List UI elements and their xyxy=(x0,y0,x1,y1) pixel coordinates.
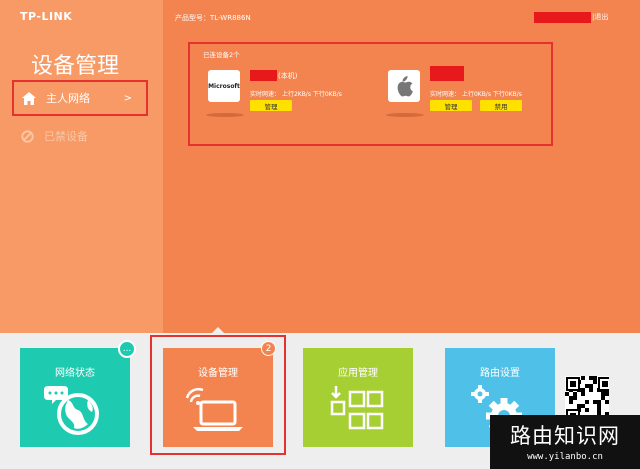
sidebar-item-blocked-devices[interactable]: 已禁设备 xyxy=(12,118,148,154)
logout-link[interactable]: |退出 xyxy=(592,12,608,23)
manage-button[interactable]: 管理 xyxy=(250,100,292,111)
device-name-redacted xyxy=(250,70,277,81)
connected-devices-panel: 已连设备2个 Microsoft (本机) 实时网速： 上行2KB/s 下行0K… xyxy=(188,42,553,146)
upload-speed: 上行0KB/s xyxy=(461,91,491,98)
speed-label: 实时网速： xyxy=(430,91,461,98)
sidebar-item-label: 主人网络 xyxy=(46,92,90,105)
block-icon xyxy=(20,129,34,143)
globe-icon xyxy=(20,384,130,436)
sidebar-title: 设备管理 xyxy=(31,54,120,79)
brand-logo: TP-LINK xyxy=(20,10,73,23)
watermark: 路由知识网 www.yilanbo.cn xyxy=(490,415,640,469)
home-icon xyxy=(22,91,36,105)
device-actions: 管理 禁用 xyxy=(430,100,522,111)
tile-app-management[interactable]: 应用管理 xyxy=(303,348,413,447)
watermark-url: www.yilanbo.cn xyxy=(527,452,603,462)
apple-icon xyxy=(388,70,420,102)
sidebar-item-label: 已禁设备 xyxy=(44,130,88,143)
active-tab-pointer xyxy=(212,327,224,333)
watermark-title: 路由知识网 xyxy=(510,424,620,448)
block-button[interactable]: 禁用 xyxy=(480,100,522,111)
device-shadow xyxy=(386,113,424,117)
device-card: 实时网速： 上行0KB/s 下行0KB/s 管理 禁用 xyxy=(386,66,548,140)
device-card: Microsoft (本机) 实时网速： 上行2KB/s 下行0KB/s 管理 xyxy=(206,70,368,140)
upload-speed: 上行2KB/s xyxy=(281,91,311,98)
download-speed: 下行0KB/s xyxy=(312,91,342,98)
main-panel: TP-LINK 设备管理 主人网络 > 已禁设备 产品型号：TL-WR886N … xyxy=(0,0,640,333)
device-count: 已连设备2个 xyxy=(203,51,240,59)
download-speed: 下行0KB/s xyxy=(492,91,522,98)
device-name: (本机) xyxy=(250,70,297,81)
device-speed: 实时网速： 上行0KB/s 下行0KB/s xyxy=(430,89,522,98)
sidebar-item-host-network[interactable]: 主人网络 > xyxy=(12,80,148,116)
device-count-badge: 2 xyxy=(261,341,276,356)
device-speed: 实时网速： 上行2KB/s 下行0KB/s xyxy=(250,89,342,98)
device-shadow xyxy=(206,113,244,117)
username-redacted xyxy=(534,12,591,23)
tile-label: 应用管理 xyxy=(338,368,378,379)
device-name xyxy=(430,66,464,81)
device-actions: 管理 xyxy=(250,100,292,111)
product-model: 产品型号：TL-WR886N xyxy=(175,14,251,22)
sidebar: TP-LINK 设备管理 主人网络 > 已禁设备 xyxy=(0,0,163,333)
chevron-right-icon: > xyxy=(123,92,132,104)
local-device-tag: (本机) xyxy=(278,71,298,80)
device-name-redacted xyxy=(430,66,464,81)
microsoft-logo: Microsoft xyxy=(208,70,240,102)
qr-code-image xyxy=(565,376,612,423)
tile-label: 网络状态 xyxy=(55,368,95,379)
speed-label: 实时网速： xyxy=(250,91,281,98)
manage-button[interactable]: 管理 xyxy=(430,100,472,111)
tile-label: 路由设置 xyxy=(480,368,520,379)
tile-network-status[interactable]: 网络状态 xyxy=(20,348,130,447)
more-icon[interactable]: ... xyxy=(118,340,136,358)
apps-grid-icon xyxy=(303,384,413,434)
